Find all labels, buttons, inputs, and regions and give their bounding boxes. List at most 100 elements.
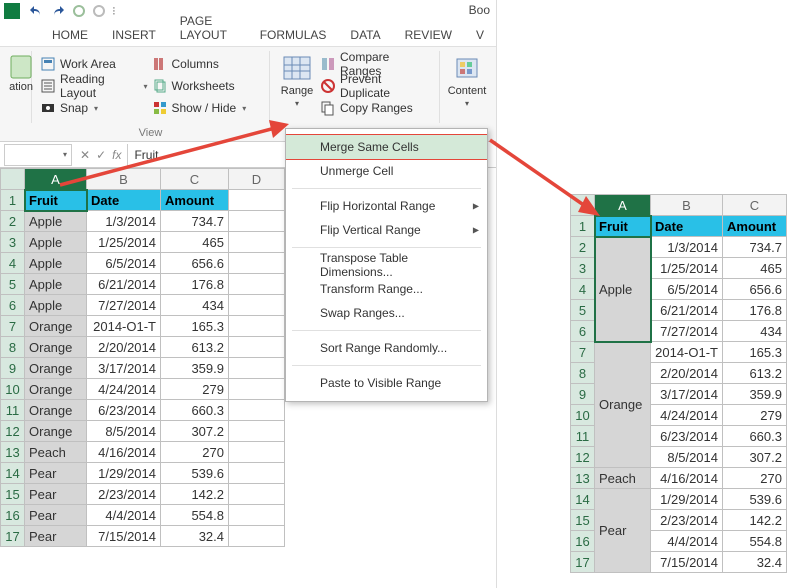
row-header[interactable]: 17 xyxy=(571,552,595,573)
cell[interactable]: 613.2 xyxy=(723,363,787,384)
cell[interactable]: 539.6 xyxy=(161,463,229,484)
copy-ranges-button[interactable]: Copy Ranges xyxy=(318,97,431,119)
row-header[interactable]: 11 xyxy=(571,426,595,447)
row-header[interactable]: 4 xyxy=(571,279,595,300)
cell[interactable]: 6/21/2014 xyxy=(651,300,723,321)
row-header[interactable]: 5 xyxy=(1,274,25,295)
cell[interactable]: 434 xyxy=(161,295,229,316)
cell[interactable]: 8/5/2014 xyxy=(651,447,723,468)
cell[interactable]: 1/3/2014 xyxy=(87,211,161,232)
row-header[interactable]: 10 xyxy=(571,405,595,426)
row-header[interactable]: 2 xyxy=(1,211,25,232)
tab-page-layout[interactable]: PAGE LAYOUT xyxy=(168,10,248,46)
menu-merge-same-cells[interactable]: Merge Same Cells xyxy=(286,135,487,159)
cell[interactable]: 6/23/2014 xyxy=(651,426,723,447)
cell[interactable]: 6/23/2014 xyxy=(87,400,161,421)
cell[interactable]: Orange xyxy=(25,379,87,400)
cell[interactable]: 176.8 xyxy=(723,300,787,321)
cell[interactable]: 1/25/2014 xyxy=(87,232,161,253)
cell[interactable]: 2/23/2014 xyxy=(87,484,161,505)
row-header[interactable]: 12 xyxy=(1,421,25,442)
cell[interactable]: 3/17/2014 xyxy=(651,384,723,405)
row-header[interactable]: 15 xyxy=(1,484,25,505)
cell[interactable]: 465 xyxy=(723,258,787,279)
row-header[interactable]: 14 xyxy=(1,463,25,484)
menu-paste-visible[interactable]: Paste to Visible Range xyxy=(286,371,487,395)
row-header[interactable]: 12 xyxy=(571,447,595,468)
tab-review[interactable]: REVIEW xyxy=(393,24,464,46)
cell[interactable]: 734.7 xyxy=(723,237,787,258)
cell[interactable]: 2/20/2014 xyxy=(651,363,723,384)
cell[interactable]: Apple xyxy=(25,211,87,232)
cell[interactable] xyxy=(229,442,285,463)
row-header[interactable]: 5 xyxy=(571,300,595,321)
reading-layout-button[interactable]: Reading Layout▾ xyxy=(38,75,150,97)
row-header[interactable]: 6 xyxy=(1,295,25,316)
cell[interactable] xyxy=(229,232,285,253)
cell[interactable]: Fruit xyxy=(25,190,87,211)
row-header[interactable]: 16 xyxy=(571,531,595,552)
cell[interactable]: Orange xyxy=(25,337,87,358)
cell[interactable]: Pear xyxy=(25,463,87,484)
tab-partial[interactable]: V xyxy=(464,24,496,46)
cell[interactable]: 613.2 xyxy=(161,337,229,358)
merged-cell[interactable]: Apple xyxy=(595,237,651,342)
cell[interactable]: 4/16/2014 xyxy=(87,442,161,463)
tab-insert[interactable]: INSERT xyxy=(100,24,168,46)
row-header[interactable]: 15 xyxy=(571,510,595,531)
cell[interactable]: 142.2 xyxy=(723,510,787,531)
cell[interactable]: 279 xyxy=(723,405,787,426)
col-header-b[interactable]: B xyxy=(651,195,723,216)
cell[interactable]: Pear xyxy=(25,505,87,526)
cell[interactable] xyxy=(229,400,285,421)
cell[interactable]: Orange xyxy=(25,400,87,421)
cell[interactable]: Pear xyxy=(25,526,87,547)
row-header[interactable]: 4 xyxy=(1,253,25,274)
cell[interactable] xyxy=(229,484,285,505)
cell[interactable]: Date xyxy=(87,190,161,211)
menu-transpose[interactable]: Transpose Table Dimensions... xyxy=(286,253,487,277)
col-header-c[interactable]: C xyxy=(723,195,787,216)
cell[interactable]: Apple xyxy=(25,232,87,253)
cell[interactable]: 4/16/2014 xyxy=(651,468,723,489)
row-header[interactable]: 8 xyxy=(1,337,25,358)
cell[interactable] xyxy=(229,505,285,526)
cell[interactable]: 554.8 xyxy=(161,505,229,526)
row-header[interactable]: 13 xyxy=(1,442,25,463)
row-header[interactable]: 10 xyxy=(1,379,25,400)
menu-flip-vertical[interactable]: Flip Vertical Range xyxy=(286,218,487,242)
menu-unmerge-cell[interactable]: Unmerge Cell xyxy=(286,159,487,183)
content-dropdown-button[interactable]: Content ▾ xyxy=(446,53,488,110)
cell[interactable]: Orange xyxy=(25,421,87,442)
tab-home[interactable]: HOME xyxy=(40,24,100,46)
menu-sort-randomly[interactable]: Sort Range Randomly... xyxy=(286,336,487,360)
cell[interactable]: 465 xyxy=(161,232,229,253)
row-header[interactable]: 1 xyxy=(1,190,25,211)
row-header[interactable]: 11 xyxy=(1,400,25,421)
cell[interactable]: 656.6 xyxy=(161,253,229,274)
cell[interactable]: 142.2 xyxy=(161,484,229,505)
cell[interactable] xyxy=(229,379,285,400)
cell[interactable]: 7/27/2014 xyxy=(87,295,161,316)
row-header[interactable]: 17 xyxy=(1,526,25,547)
menu-flip-horizontal[interactable]: Flip Horizontal Range xyxy=(286,194,487,218)
cell[interactable]: 660.3 xyxy=(723,426,787,447)
cell[interactable] xyxy=(229,211,285,232)
cell[interactable]: 6/21/2014 xyxy=(87,274,161,295)
cell[interactable]: 660.3 xyxy=(161,400,229,421)
cell[interactable]: Pear xyxy=(25,484,87,505)
cell[interactable]: 4/4/2014 xyxy=(651,531,723,552)
cell[interactable]: Amount xyxy=(723,216,787,237)
row-header[interactable]: 3 xyxy=(1,232,25,253)
cell[interactable]: 656.6 xyxy=(723,279,787,300)
cell[interactable]: 165.3 xyxy=(723,342,787,363)
cell[interactable]: 307.2 xyxy=(161,421,229,442)
row-header[interactable]: 3 xyxy=(571,258,595,279)
cell[interactable]: 7/15/2014 xyxy=(87,526,161,547)
merged-cell[interactable]: Orange xyxy=(595,342,651,468)
cell[interactable]: Orange xyxy=(25,316,87,337)
cell[interactable]: 7/27/2014 xyxy=(651,321,723,342)
columns-button[interactable]: Columns xyxy=(150,53,262,75)
cell[interactable]: Apple xyxy=(25,295,87,316)
cell[interactable] xyxy=(229,463,285,484)
